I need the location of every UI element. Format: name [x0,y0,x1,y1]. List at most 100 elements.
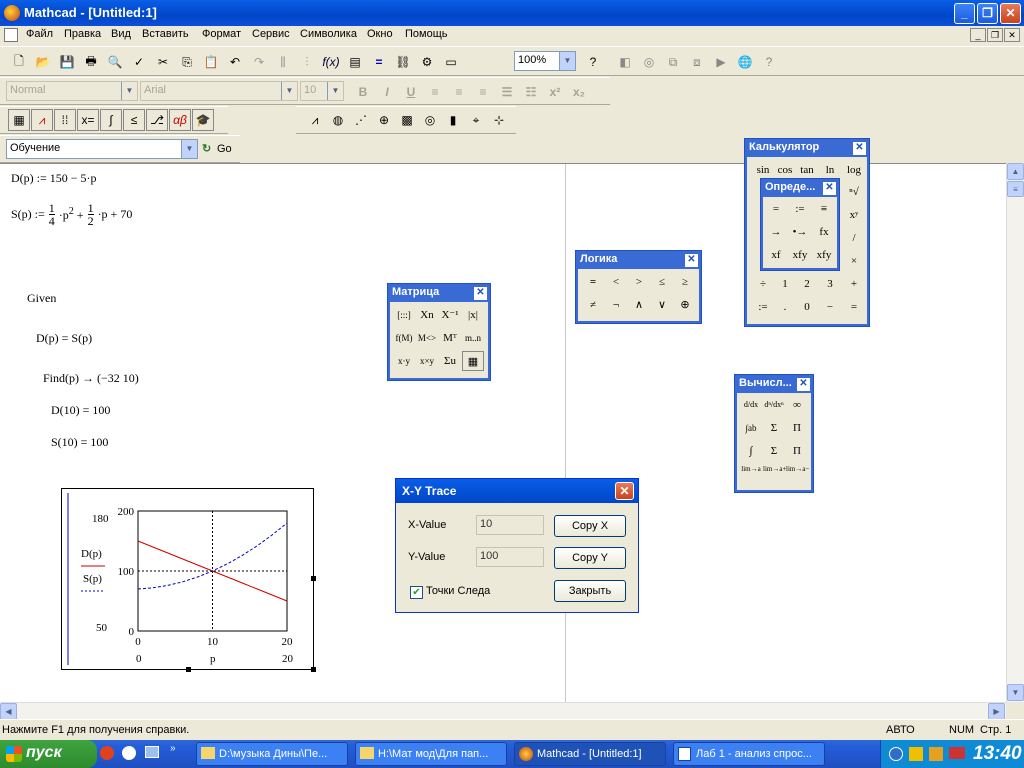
style-select[interactable]: Normal ▼ [6,81,138,101]
mathcad-app-icon[interactable] [4,5,20,21]
calculator-toolbar-icon[interactable]: ▦ [8,109,30,131]
menu-file[interactable]: Файл [26,28,53,40]
calc-0[interactable]: 0 [796,297,818,317]
trace-icon[interactable]: ◧ [614,51,636,73]
calc-tan[interactable]: tan [796,160,818,180]
matrix-transpose[interactable]: Mᵀ [439,328,461,348]
y-value-field[interactable]: 100 [476,547,544,567]
save-icon[interactable]: 💾 [56,51,78,73]
programming-toolbar-icon[interactable]: ⎇ [146,109,168,131]
task-word-doc[interactable]: Лаб 1 - анализ спрос... [673,742,825,766]
calculus-palette-title[interactable]: Вычисл... ✕ [737,377,811,393]
calc-left-limit[interactable]: lim→a− [786,464,809,484]
redo-icon[interactable]: ↷ [248,51,270,73]
print-icon[interactable]: 🖶 [80,51,102,73]
3d-scatter-icon[interactable]: ▩ [396,109,418,131]
matrix-palette[interactable]: Матрица ✕ [:::] Xn X⁻¹ |x| f(M) M<> Mᵀ m.… [387,283,491,381]
constraint-equation[interactable]: D(p) = S(p) [36,331,92,346]
doc-minimize-button[interactable]: _ [970,28,986,42]
scroll-right-icon[interactable]: ▶ [988,703,1005,720]
calc-infinity[interactable]: ∞ [786,395,808,415]
align-left-icon[interactable]: ≡ [424,81,446,103]
new-icon[interactable]: 🗋 [8,51,30,73]
subscript-icon[interactable]: x₂ [568,81,590,103]
align-down-icon[interactable]: ⫶ [296,51,318,73]
clock[interactable]: 13:40 [973,743,1022,765]
document-icon[interactable] [4,28,18,42]
menu-format[interactable]: Формат [202,28,241,40]
align-center-icon[interactable]: ≡ [448,81,470,103]
logic-palette-title[interactable]: Логика ✕ [578,253,699,269]
surface-plot-icon[interactable]: ⋰ [350,109,372,131]
scroll-left-icon[interactable]: ◀ [0,703,17,720]
matrix-inverse[interactable]: X⁻¹ [439,305,461,325]
paste-icon[interactable]: 📋 [200,51,222,73]
print-preview-icon[interactable]: 🔍 [104,51,126,73]
find-result[interactable]: Find(p) → (−32 10) [43,371,139,386]
equation-demand[interactable]: D(p) := 150 − 5·p [11,171,97,186]
logic-not-equal[interactable]: ≠ [582,295,604,315]
def-global[interactable]: ≡ [813,199,835,219]
bold-icon[interactable]: B [352,81,374,103]
def-prefix[interactable]: fx [813,222,835,242]
close-button[interactable]: ✕ [1000,3,1021,24]
xy-plot-region[interactable]: 0 100 200 0 10 20 180 50 D(p) S(p) 0 20 p [61,488,316,672]
close-icon[interactable]: ✕ [797,378,810,391]
menu-edit[interactable]: Правка [64,28,101,40]
undo-icon[interactable]: ↶ [224,51,246,73]
open-icon[interactable]: 📂 [32,51,54,73]
def-assign[interactable]: := [789,199,811,219]
task-mat-mod-folder[interactable]: H:\Мат мод\Для пап... [355,742,507,766]
matrix-subscript[interactable]: Xn [416,305,438,325]
calc-minus[interactable]: − [819,297,841,317]
calc-div[interactable]: ÷ [752,274,774,294]
insert-unit-icon[interactable]: ▤ [344,51,366,73]
calculate-icon[interactable]: = [368,51,390,73]
task-music-folder[interactable]: D:\музыка Дины\Пе... [196,742,348,766]
calc-ln[interactable]: ln [819,160,841,180]
resize-handle-right[interactable] [311,576,316,581]
chevron-down-icon[interactable]: ▼ [327,82,343,100]
calc-limit[interactable]: lim→a [740,464,762,484]
graph-toolbar-icon[interactable]: ⩘ [31,109,53,131]
logic-palette[interactable]: Логика ✕ = < > ≤ ≥ ≠ ¬ ∧ ∨ ⊕ [575,250,702,324]
resize-handle-corner[interactable] [311,667,316,672]
logic-less[interactable]: < [605,272,627,292]
chevron-down-icon[interactable]: ▼ [121,82,137,100]
calc-equals[interactable]: = [843,297,865,317]
insert-component-icon[interactable]: ⚙ [416,51,438,73]
media-player-icon[interactable] [122,746,136,760]
calc-plus[interactable]: + [843,274,865,294]
align-across-icon[interactable]: ⫼ [272,51,294,73]
menu-symbolics[interactable]: Символика [300,28,357,40]
vertical-scrollbar[interactable]: ▲ ≡ ▼ [1006,163,1024,702]
help-icon[interactable]: ? [582,51,604,73]
matrix-toolbar-icon[interactable]: ⁞⁞ [54,109,76,131]
supply-at-10[interactable]: S(10) = 100 [51,435,108,450]
scroll-up-icon[interactable]: ▲ [1007,163,1024,180]
chevron-down-icon[interactable]: ▼ [281,82,297,100]
matrix-palette-title[interactable]: Матрица ✕ [390,286,488,302]
chevron-left-icon[interactable] [889,747,903,761]
calc-dot[interactable]: . [774,297,796,317]
italic-icon[interactable]: I [376,81,398,103]
greek-toolbar-icon[interactable]: αβ [169,109,191,131]
calc-divide[interactable]: / [843,228,865,248]
symbolic-toolbar-icon[interactable]: 🎓 [192,109,214,131]
matrix-column[interactable]: M<> [416,328,438,348]
calc-nthroot[interactable]: ⁿ√ [843,182,865,202]
logic-or[interactable]: ∨ [651,295,673,315]
language-flag-icon[interactable] [949,747,965,759]
resource-icon[interactable]: ▭ [440,51,462,73]
xy-plot-icon[interactable]: ⩘ [304,109,326,131]
close-icon[interactable]: ✕ [853,142,866,155]
superscript-icon[interactable]: x² [544,81,566,103]
logic-xor[interactable]: ⊕ [674,295,696,315]
calc-1[interactable]: 1 [774,274,796,294]
start-button[interactable]: пуск [0,740,97,768]
calculus-palette[interactable]: Вычисл... ✕ d/dx dⁿ/dxⁿ ∞ ∫ab Σ Π ∫ Σ Π l… [734,374,814,493]
y-marker-bottom[interactable]: 50 [96,622,108,634]
calc-product[interactable]: Π [786,418,808,438]
resource-select[interactable]: Обучение ▼ [6,139,198,159]
calc-log[interactable]: log [843,160,865,180]
